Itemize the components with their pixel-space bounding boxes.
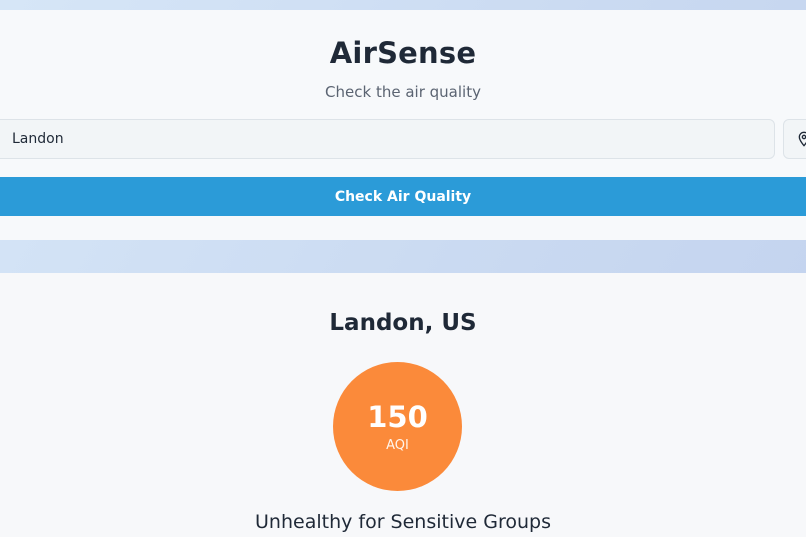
map-pin-icon: [798, 131, 806, 147]
aqi-category: Unhealthy for Sensitive Groups: [255, 511, 551, 533]
aqi-label: AQI: [386, 438, 409, 453]
check-air-quality-button[interactable]: Check Air Quality: [0, 177, 806, 216]
app-title: AirSense: [329, 36, 477, 70]
app-subtitle: Check the air quality: [325, 83, 481, 101]
city-search-input[interactable]: [0, 119, 775, 159]
result-location: Landon, US: [329, 310, 477, 336]
aqi-value: 150: [367, 400, 428, 434]
aqi-badge: 150 AQI: [333, 362, 462, 491]
use-location-button[interactable]: [783, 119, 806, 159]
